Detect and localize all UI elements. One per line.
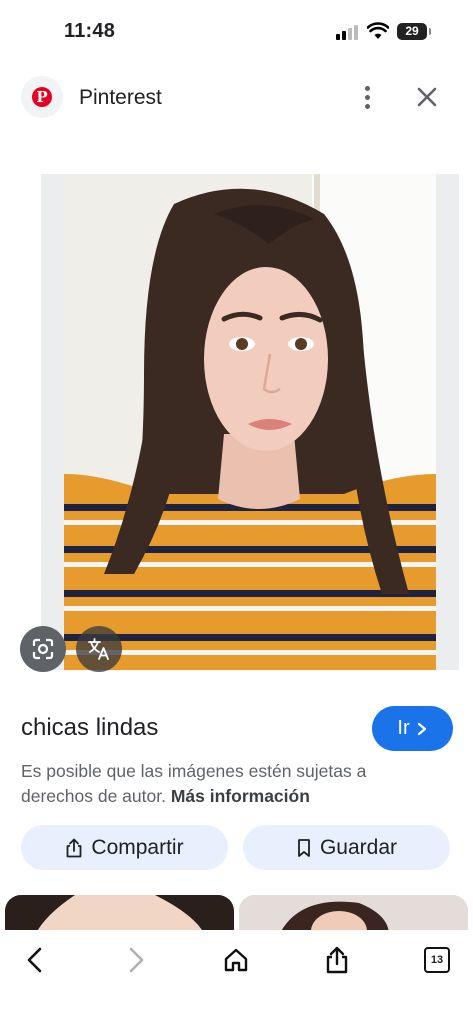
translate-icon[interactable]: [76, 626, 122, 672]
site-name[interactable]: Pinterest: [79, 86, 162, 110]
share-label: Compartir: [91, 835, 184, 859]
cellular-signal-icon: [336, 24, 360, 40]
lens-glyph: [32, 638, 54, 660]
related-image-thumbnail[interactable]: [5, 895, 234, 935]
browser-toolbar: 13: [0, 930, 473, 1024]
save-button[interactable]: Guardar: [243, 825, 450, 870]
share-button[interactable]: Compartir: [21, 825, 228, 870]
more-vert-icon[interactable]: [353, 84, 381, 112]
related-image-thumbnail[interactable]: [239, 895, 468, 935]
thumbnail-illustration: [239, 895, 468, 935]
more-info-link[interactable]: Más información: [171, 786, 310, 806]
logo-letter: P: [32, 87, 52, 107]
result-title: chicas lindas: [21, 714, 159, 741]
battery-icon: 29: [397, 23, 431, 40]
tab-count: 13: [424, 947, 450, 973]
status-time: 11:48: [64, 20, 116, 42]
result-image[interactable]: [64, 174, 436, 670]
copyright-notice: Es posible que las imágenes estén sujeta…: [21, 759, 421, 809]
bookmark-icon: [298, 838, 310, 857]
go-button-label: Ir: [397, 717, 410, 739]
share-icon[interactable]: [319, 942, 355, 978]
tabs-icon[interactable]: 13: [419, 942, 455, 978]
google-lens-icon[interactable]: [20, 626, 66, 672]
wifi-icon: [367, 22, 389, 39]
chevron-right-icon: [417, 722, 426, 735]
pinterest-logo-icon[interactable]: P: [21, 76, 63, 118]
forward-arrow-icon[interactable]: [118, 942, 154, 978]
close-icon[interactable]: [412, 82, 442, 112]
translate-glyph: [88, 638, 109, 660]
thumbnail-illustration: [5, 895, 234, 935]
battery-percentage: 29: [405, 24, 419, 38]
save-label: Guardar: [319, 835, 398, 859]
back-arrow-icon[interactable]: [17, 942, 53, 978]
share-icon: [67, 838, 82, 857]
home-icon[interactable]: [218, 942, 254, 978]
go-button[interactable]: Ir: [372, 706, 453, 751]
portrait-illustration: [64, 174, 436, 670]
